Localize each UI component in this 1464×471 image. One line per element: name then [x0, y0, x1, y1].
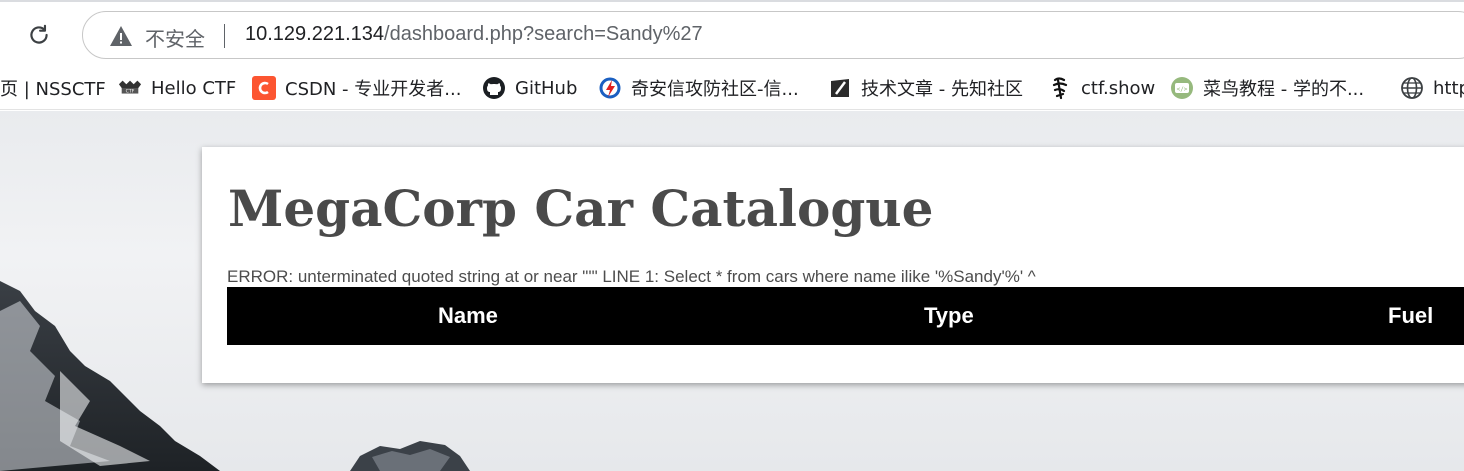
- bookmark-nssctf[interactable]: 页 | NSSCTF: [0, 75, 106, 101]
- divider: [224, 24, 225, 48]
- column-header-fuel[interactable]: Fuel: [1388, 303, 1433, 329]
- svg-text:</>: </>: [1177, 86, 1188, 93]
- url-text[interactable]: 10.129.221.134/dashboard.php?search=Sand…: [245, 23, 703, 46]
- bookmarks-bar: 页 | NSSCTF CTF Hello CTF CSDN - 专业开发者...…: [0, 66, 1464, 110]
- bookmark-label: ctf.show: [1081, 77, 1156, 99]
- bookmark-label: http: [1433, 77, 1464, 99]
- xianzhi-icon: [828, 76, 852, 100]
- bookmark-label: CSDN - 专业开发者...: [285, 79, 462, 100]
- bookmark-csdn[interactable]: CSDN - 专业开发者...: [252, 75, 461, 101]
- bookmark-label: 技术文章 - 先知社区: [861, 79, 1023, 100]
- bookmark-xianzhi[interactable]: 技术文章 - 先知社区: [828, 75, 1023, 101]
- bookmark-ctfshow[interactable]: ctf.show: [1048, 75, 1155, 101]
- column-header-name[interactable]: Name: [438, 303, 498, 329]
- address-bar[interactable]: 不安全 10.129.221.134/dashboard.php?search=…: [82, 11, 1464, 59]
- security-label[interactable]: 不安全: [145, 23, 205, 52]
- bookmark-label: 页 | NSSCTF: [0, 79, 106, 100]
- bookmark-hello-ctf[interactable]: CTF Hello CTF: [118, 75, 236, 101]
- bookmark-runoob[interactable]: </> 菜鸟教程 - 学的不...: [1170, 75, 1364, 101]
- ctfshow-icon: [1048, 76, 1072, 100]
- bookmark-qianxin[interactable]: 奇安信攻防社区-信...: [598, 75, 799, 101]
- bookmark-label: GitHub: [515, 77, 578, 99]
- browser-toolbar: 不安全 10.129.221.134/dashboard.php?search=…: [0, 0, 1464, 66]
- url-host: 10.129.221.134: [245, 23, 385, 45]
- globe-icon: [1400, 76, 1424, 100]
- column-header-type[interactable]: Type: [924, 303, 974, 329]
- table-header: Name Type Fuel: [227, 287, 1464, 345]
- reload-icon[interactable]: [24, 20, 54, 50]
- warning-icon[interactable]: [109, 25, 133, 47]
- page-background: MegaCorp Car Catalogue ERROR: unterminat…: [0, 111, 1464, 471]
- hello-ctf-icon: CTF: [118, 76, 142, 100]
- catalogue-card: MegaCorp Car Catalogue ERROR: unterminat…: [202, 147, 1464, 383]
- bookmark-label: 菜鸟教程 - 学的不...: [1203, 79, 1365, 100]
- runoob-icon: </>: [1170, 76, 1194, 100]
- bookmark-label: Hello CTF: [151, 77, 237, 99]
- csdn-icon: [252, 76, 276, 100]
- sql-error-message: ERROR: unterminated quoted string at or …: [227, 267, 1036, 286]
- github-icon: [482, 76, 506, 100]
- bookmark-label: 奇安信攻防社区-信...: [631, 79, 799, 100]
- page-title: MegaCorp Car Catalogue: [228, 179, 934, 238]
- bookmark-github[interactable]: GitHub: [482, 75, 577, 101]
- bookmark-http[interactable]: http: [1400, 75, 1464, 101]
- url-path: /dashboard.php?search=Sandy%27: [384, 23, 703, 45]
- svg-text:CTF: CTF: [126, 89, 135, 95]
- qianxin-icon: [598, 76, 622, 100]
